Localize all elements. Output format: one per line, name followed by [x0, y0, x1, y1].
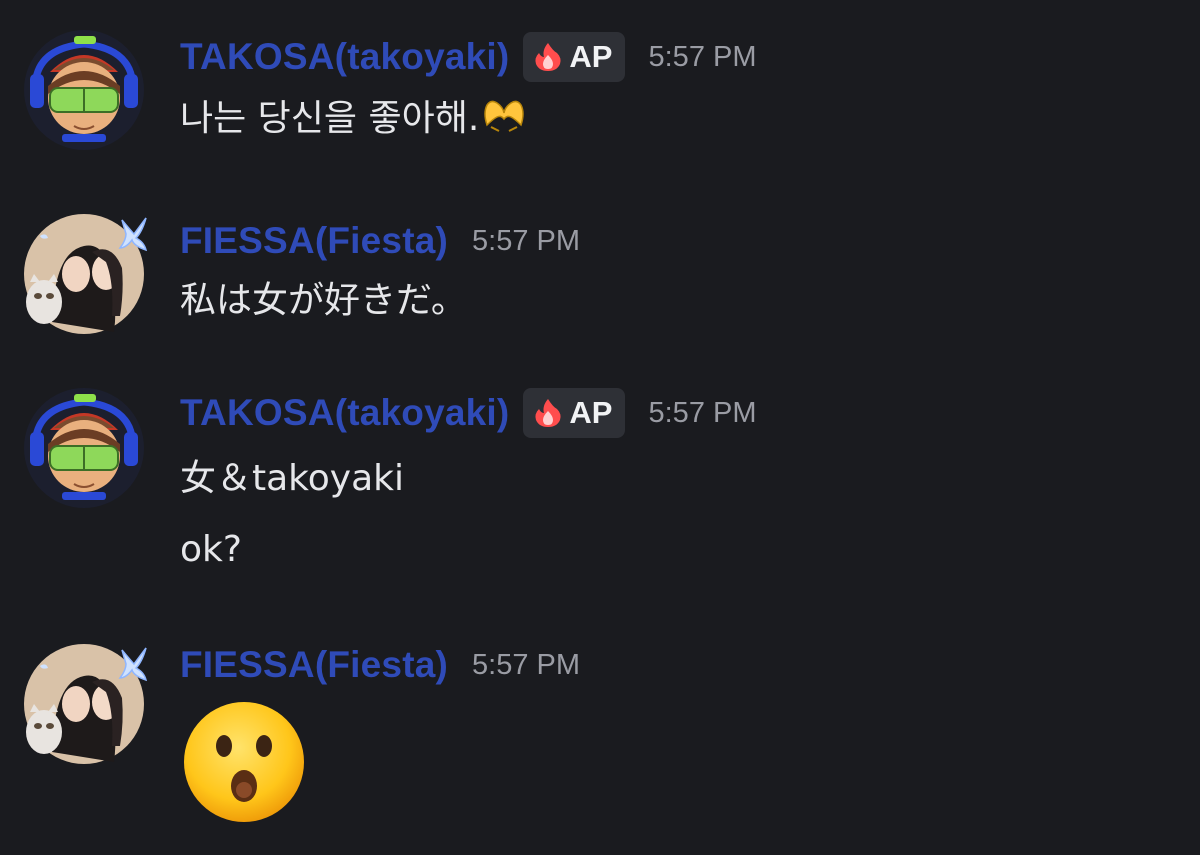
timestamp[interactable]: 5:57 PM	[472, 649, 580, 682]
message-header: TAKOSA(takoyaki) AP 5:57 PM	[180, 32, 757, 82]
username[interactable]: TAKOSA(takoyaki)	[180, 36, 509, 78]
message-text: ok?	[180, 528, 242, 570]
message-text: 나는 당신을 좋아해.	[180, 98, 480, 139]
takoyaki-avatar-icon	[24, 388, 144, 508]
timestamp[interactable]: 5:57 PM	[649, 397, 757, 430]
message-text: 私は女が好きだ。	[180, 280, 467, 321]
message-header: FIESSA(Fiesta) 5:57 PM	[180, 216, 580, 266]
role-badge[interactable]: AP	[523, 388, 625, 438]
message-text: 女＆takoyaki	[180, 458, 404, 499]
astonished-face-emoji	[184, 702, 304, 822]
fire-icon	[535, 43, 561, 71]
message-content: 私は女が好きだ。	[180, 272, 467, 322]
message-header: TAKOSA(takoyaki) AP 5:57 PM	[180, 388, 757, 438]
message-content: 나는 당신을 좋아해.	[180, 92, 527, 139]
message-header: FIESSA(Fiesta) 5:57 PM	[180, 640, 580, 690]
timestamp[interactable]: 5:57 PM	[472, 225, 580, 258]
badge-text: AP	[569, 39, 613, 74]
fire-icon	[535, 399, 561, 427]
username[interactable]: FIESSA(Fiesta)	[180, 220, 448, 262]
username[interactable]: TAKOSA(takoyaki)	[180, 392, 509, 434]
message-content: ok?	[180, 524, 242, 574]
role-badge[interactable]: AP	[523, 32, 625, 82]
big-emoji-container	[182, 700, 306, 824]
takoyaki-avatar-icon	[24, 30, 144, 150]
photo-avatar-icon	[24, 214, 148, 334]
timestamp[interactable]: 5:57 PM	[649, 41, 757, 74]
heart-hands-emoji	[484, 100, 525, 132]
badge-text: AP	[569, 395, 613, 430]
avatar-takosa[interactable]	[22, 28, 146, 152]
avatar-fiessa[interactable]	[22, 212, 148, 336]
username[interactable]: FIESSA(Fiesta)	[180, 644, 448, 686]
photo-avatar-icon	[24, 644, 148, 764]
message-content: 女＆takoyaki	[180, 450, 404, 500]
avatar-takosa[interactable]	[22, 386, 146, 510]
avatar-fiessa[interactable]	[22, 642, 148, 766]
